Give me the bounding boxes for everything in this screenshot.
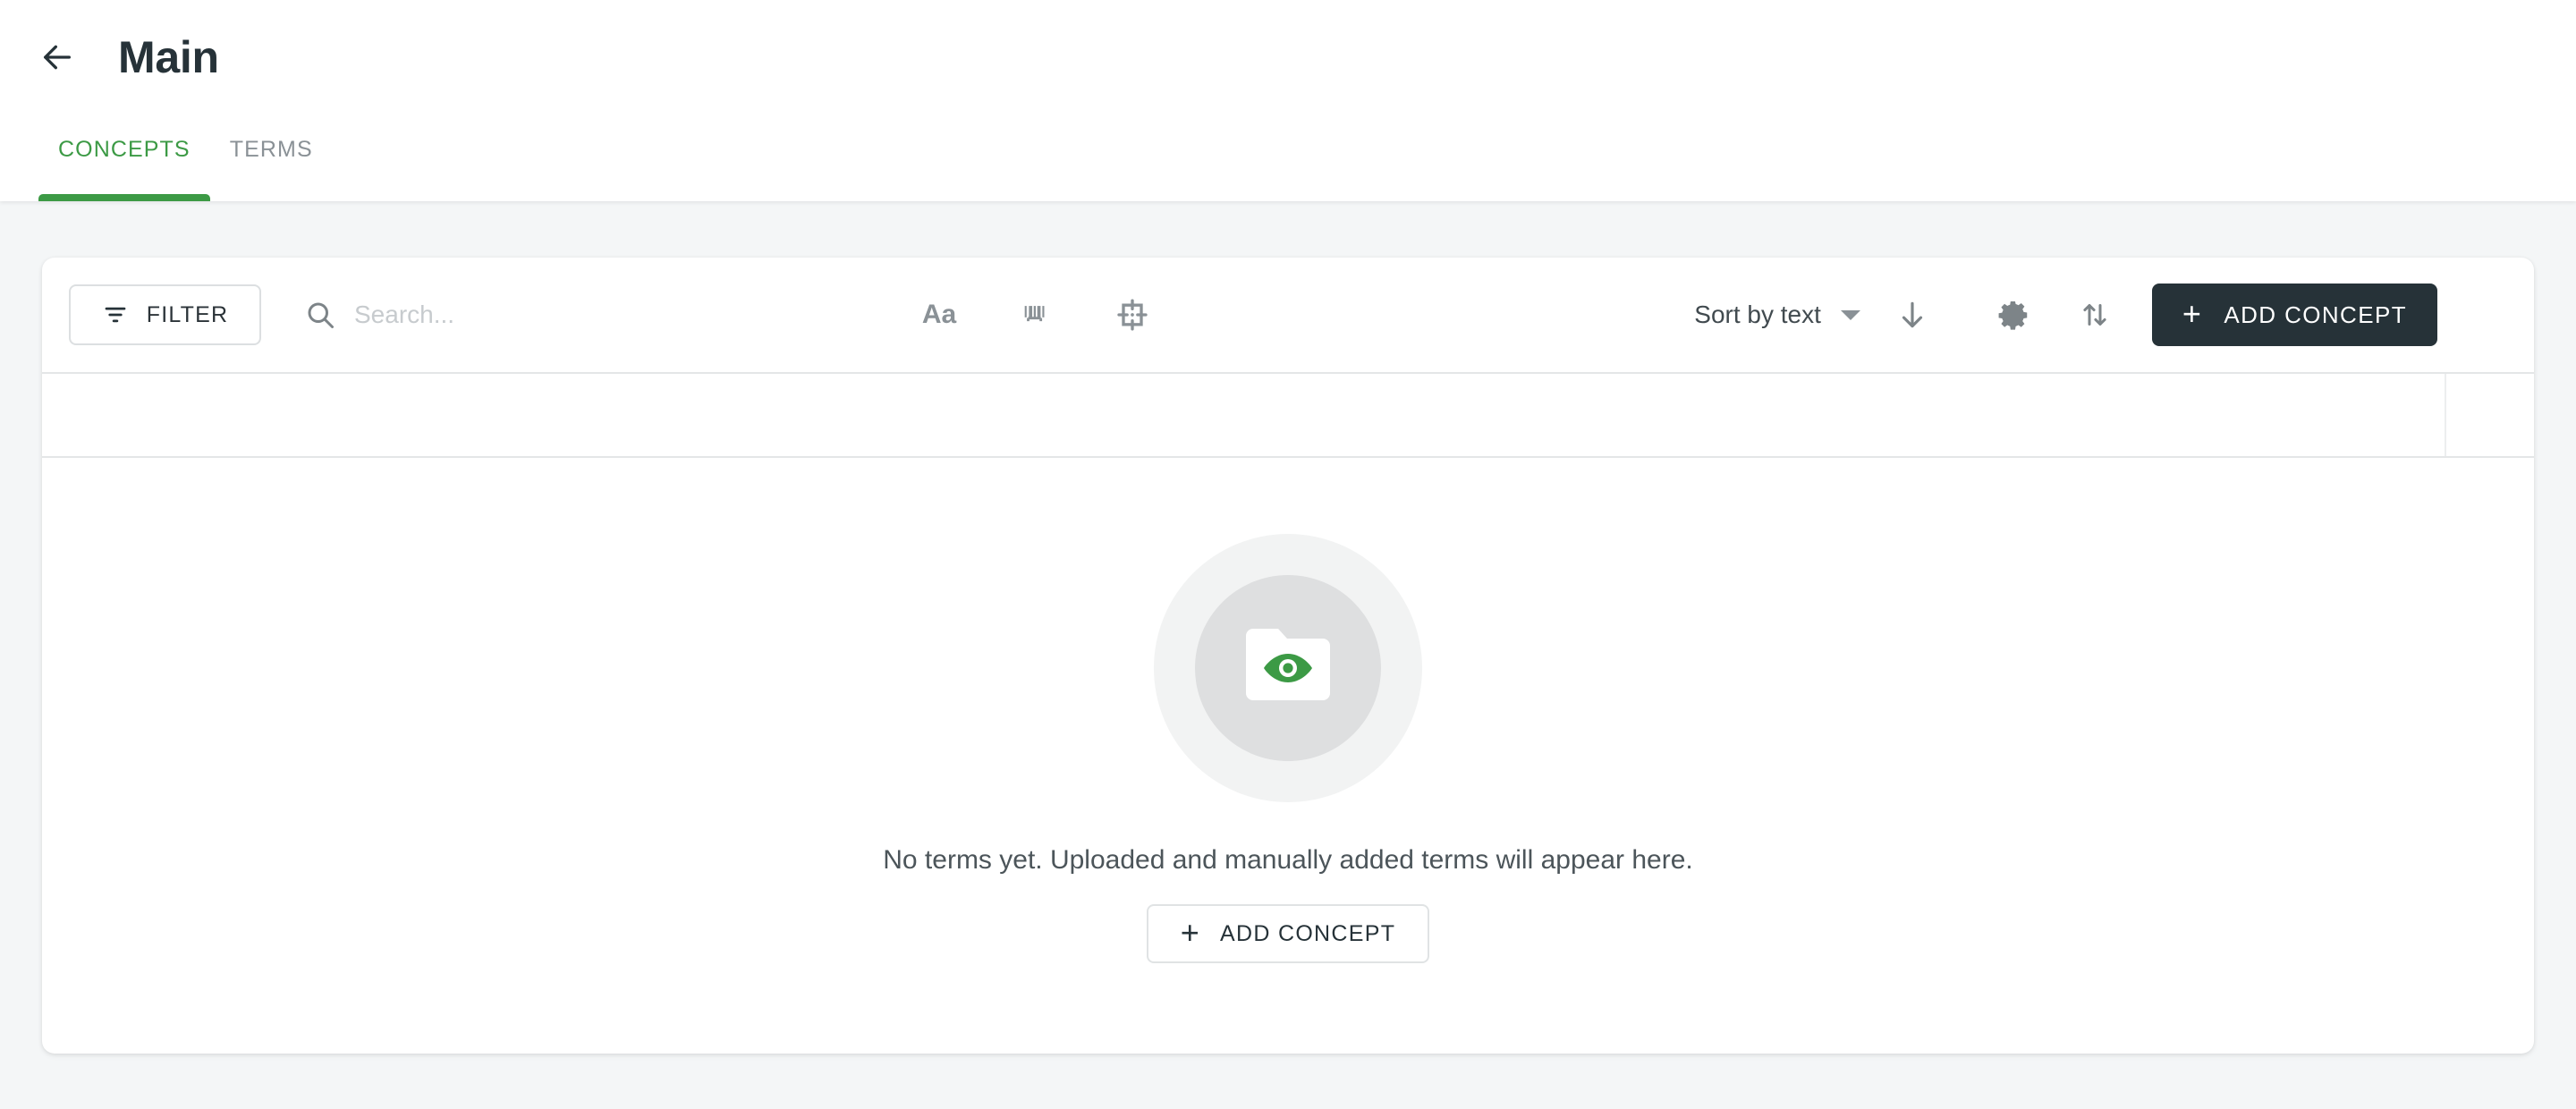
back-button[interactable] xyxy=(23,23,91,91)
empty-state-add-concept-button[interactable]: + ADD CONCEPT xyxy=(1146,904,1430,963)
tab-terms[interactable]: TERMS xyxy=(210,126,333,201)
add-concept-button-label: ADD CONCEPT xyxy=(2224,301,2407,328)
tab-concepts[interactable]: CONCEPTS xyxy=(38,126,210,201)
reorder-button[interactable] xyxy=(2070,290,2120,340)
crop-frame-button[interactable] xyxy=(1107,290,1157,340)
gear-icon xyxy=(1998,301,2028,330)
illustration-inner-circle xyxy=(1195,575,1381,761)
filter-icon xyxy=(105,307,126,323)
page-title: Main xyxy=(118,32,219,82)
search-icon[interactable] xyxy=(304,299,336,331)
arrow-down-icon xyxy=(1902,301,1923,328)
toolbar: FILTER Aa xyxy=(42,258,2534,374)
folder-eye-icon xyxy=(1246,629,1330,700)
tab-concepts-label: CONCEPTS xyxy=(58,137,191,162)
arrow-left-icon xyxy=(44,45,72,70)
empty-state-illustration xyxy=(1154,534,1422,802)
chevron-down-icon xyxy=(1840,309,1860,320)
barcode-button[interactable] xyxy=(1011,290,1061,340)
empty-state-message: No terms yet. Uploaded and manually adde… xyxy=(883,845,1693,875)
sort-by-select[interactable]: Sort by text xyxy=(1690,293,1864,336)
content-card: FILTER Aa xyxy=(42,258,2534,1054)
app-page: Main CONCEPTS TERMS FILTER Search... Aa … xyxy=(0,0,2576,1109)
empty-state: No terms yet. Uploaded and manually adde… xyxy=(42,458,2534,1050)
sort-by-label: Sort by text xyxy=(1694,301,1821,328)
column-divider xyxy=(2445,374,2446,456)
tab-active-indicator xyxy=(38,194,210,201)
crop-frame-icon xyxy=(1117,299,1148,331)
empty-state-add-concept-label: ADD CONCEPT xyxy=(1220,920,1396,946)
plus-icon: + xyxy=(1180,913,1201,951)
column-header-strip xyxy=(42,374,2534,458)
barcode-icon xyxy=(1024,306,1045,322)
plus-icon: + xyxy=(2182,294,2203,332)
text-case-button[interactable]: Aa xyxy=(914,290,964,340)
text-case-icon: Aa xyxy=(921,300,957,329)
toolbar-right-controls: Sort by text + ADD CONCEPT xyxy=(1690,284,2509,346)
filter-button-label: FILTER xyxy=(146,301,229,327)
sort-direction-button[interactable] xyxy=(1887,290,1937,340)
tab-bar: CONCEPTS TERMS xyxy=(0,126,333,201)
settings-button[interactable] xyxy=(1989,290,2039,340)
add-concept-button[interactable]: + ADD CONCEPT xyxy=(2151,284,2437,346)
search-input[interactable] xyxy=(352,300,889,330)
page-header: Main CONCEPTS TERMS xyxy=(0,0,2576,201)
search-area xyxy=(304,299,889,331)
filter-button[interactable]: FILTER xyxy=(69,284,261,345)
header-top-row: Main xyxy=(0,21,219,93)
sort-arrows-icon xyxy=(2083,304,2106,326)
tab-terms-label: TERMS xyxy=(229,137,313,162)
view-mode-icons: Aa xyxy=(914,290,1157,340)
more-options-button[interactable] xyxy=(2457,290,2507,340)
